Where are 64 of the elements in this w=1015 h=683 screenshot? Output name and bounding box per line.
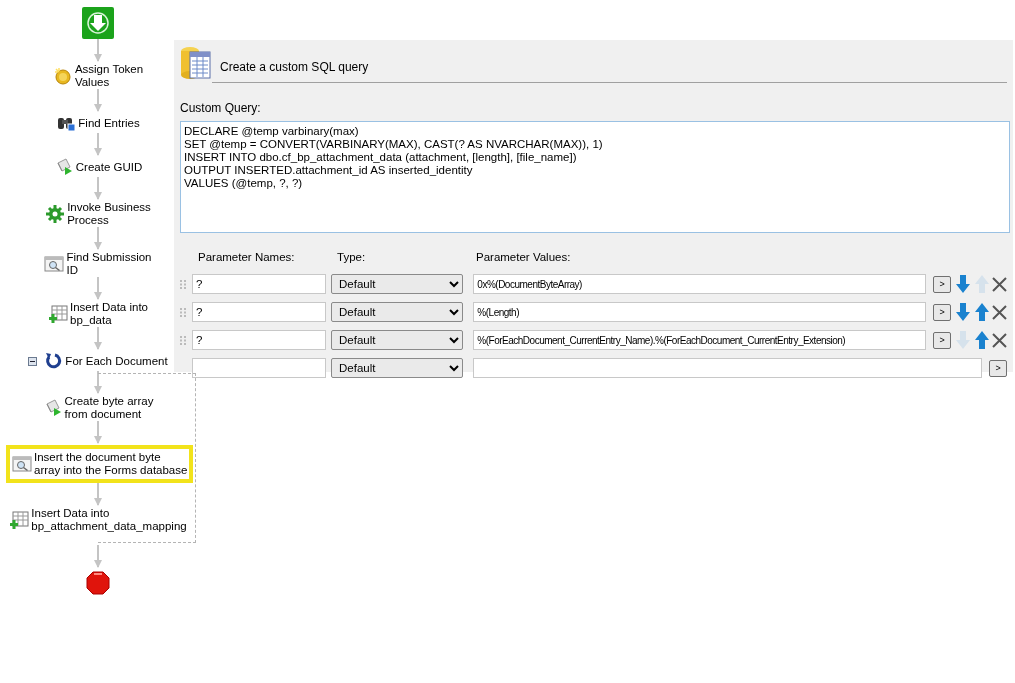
workflow-step[interactable]: Insert Data into bp_data	[48, 301, 148, 327]
flow-arrow	[93, 89, 103, 113]
type-dropdown[interactable]: Default	[331, 358, 464, 378]
collapse-icon[interactable]	[28, 356, 38, 366]
table-add-icon	[48, 304, 68, 324]
flow-arrow	[93, 227, 103, 251]
flow-arrow	[93, 177, 103, 201]
database-table-icon	[180, 46, 212, 80]
stop-icon	[86, 571, 110, 595]
column-header: Type:	[337, 250, 367, 266]
table-add-icon	[9, 510, 30, 530]
value-field[interactable]	[473, 358, 983, 378]
column-header: Parameter Values:	[476, 250, 571, 266]
remove-icon[interactable]	[992, 276, 1007, 292]
drag-handle-icon[interactable]	[180, 279, 186, 289]
workflow-step[interactable]: Assign Token Values	[52, 63, 144, 89]
name-field[interactable]: ?	[192, 302, 326, 322]
workflow-step[interactable]: Create GUID	[53, 157, 143, 177]
panel-title: Create a custom SQL query	[220, 59, 369, 76]
move-down-icon[interactable]	[955, 303, 971, 321]
column-header: Parameter Names:	[198, 250, 296, 266]
type-dropdown[interactable]: Default	[331, 274, 464, 294]
selected-workflow-step[interactable]: Insert the document byte array into the Forms database	[6, 445, 194, 483]
flow-arrow	[93, 545, 103, 569]
flow-arrow	[93, 39, 103, 63]
search-window-icon	[44, 254, 65, 274]
flow-arrow	[93, 421, 103, 445]
value-field[interactable]: %(ForEachDocument_CurrentEntry_Name).%(ForEachDocument_CurrentEntry_Extension)	[473, 330, 927, 350]
insert-token-button[interactable]: >	[933, 275, 951, 293]
move-up-icon[interactable]	[974, 331, 990, 349]
remove-icon[interactable]	[992, 304, 1007, 320]
flow-arrow	[93, 133, 103, 157]
move-down-icon[interactable]	[955, 275, 971, 293]
workflow-step[interactable]: Invoke Business Process	[45, 201, 151, 227]
type-dropdown[interactable]: Default	[331, 302, 464, 322]
workflow-step[interactable]: Create byte array from document	[42, 395, 154, 421]
workflow-step[interactable]: Insert Data into bp_attachment_data_mapping	[9, 507, 187, 533]
gear-icon	[45, 204, 66, 224]
coin-icon	[52, 66, 73, 86]
name-field[interactable]: ?	[192, 274, 326, 294]
name-field[interactable]: ?	[192, 330, 326, 350]
start-icon	[82, 7, 114, 39]
search-window-icon	[12, 454, 32, 474]
loop-icon	[43, 351, 64, 371]
insert-token-button[interactable]: >	[989, 359, 1007, 377]
remove-icon[interactable]	[992, 332, 1007, 348]
flow-arrow	[93, 371, 103, 395]
drag-handle-icon[interactable]	[180, 335, 186, 345]
query-field[interactable]: DECLARE @temp varbinary(max) SET @temp = CONVERT(VARBINARY(MAX), CAST(? AS NVARCHAR(MAX)), 1) INSERT INTO dbo.cf_bp_attachment_data (attachment, [length], [file_name]) OUTPUT INSERTED.attachment_id AS inserted_identity VALUES (@temp, ?, ?)	[180, 121, 1010, 233]
workflow-step[interactable]: Find Entries	[56, 113, 140, 133]
field-label: Custom Query:	[180, 100, 261, 117]
insert-token-button[interactable]: >	[933, 303, 951, 321]
insert-token-button[interactable]: >	[933, 331, 951, 349]
workflow-step[interactable]: For Each Document	[28, 351, 168, 371]
value-field[interactable]: %(Length)	[473, 302, 927, 322]
name-field[interactable]	[192, 358, 326, 378]
flow-arrow	[93, 327, 103, 351]
flow-arrow	[93, 277, 103, 301]
move-up-icon[interactable]	[974, 303, 990, 321]
type-dropdown[interactable]: Default	[331, 330, 464, 350]
value-field[interactable]: 0x%(DocumentByteArray)	[473, 274, 927, 294]
workflow-step[interactable]: Find Submission ID	[44, 251, 152, 277]
drag-handle-icon[interactable]	[180, 307, 186, 317]
flow-arrow	[93, 483, 103, 507]
